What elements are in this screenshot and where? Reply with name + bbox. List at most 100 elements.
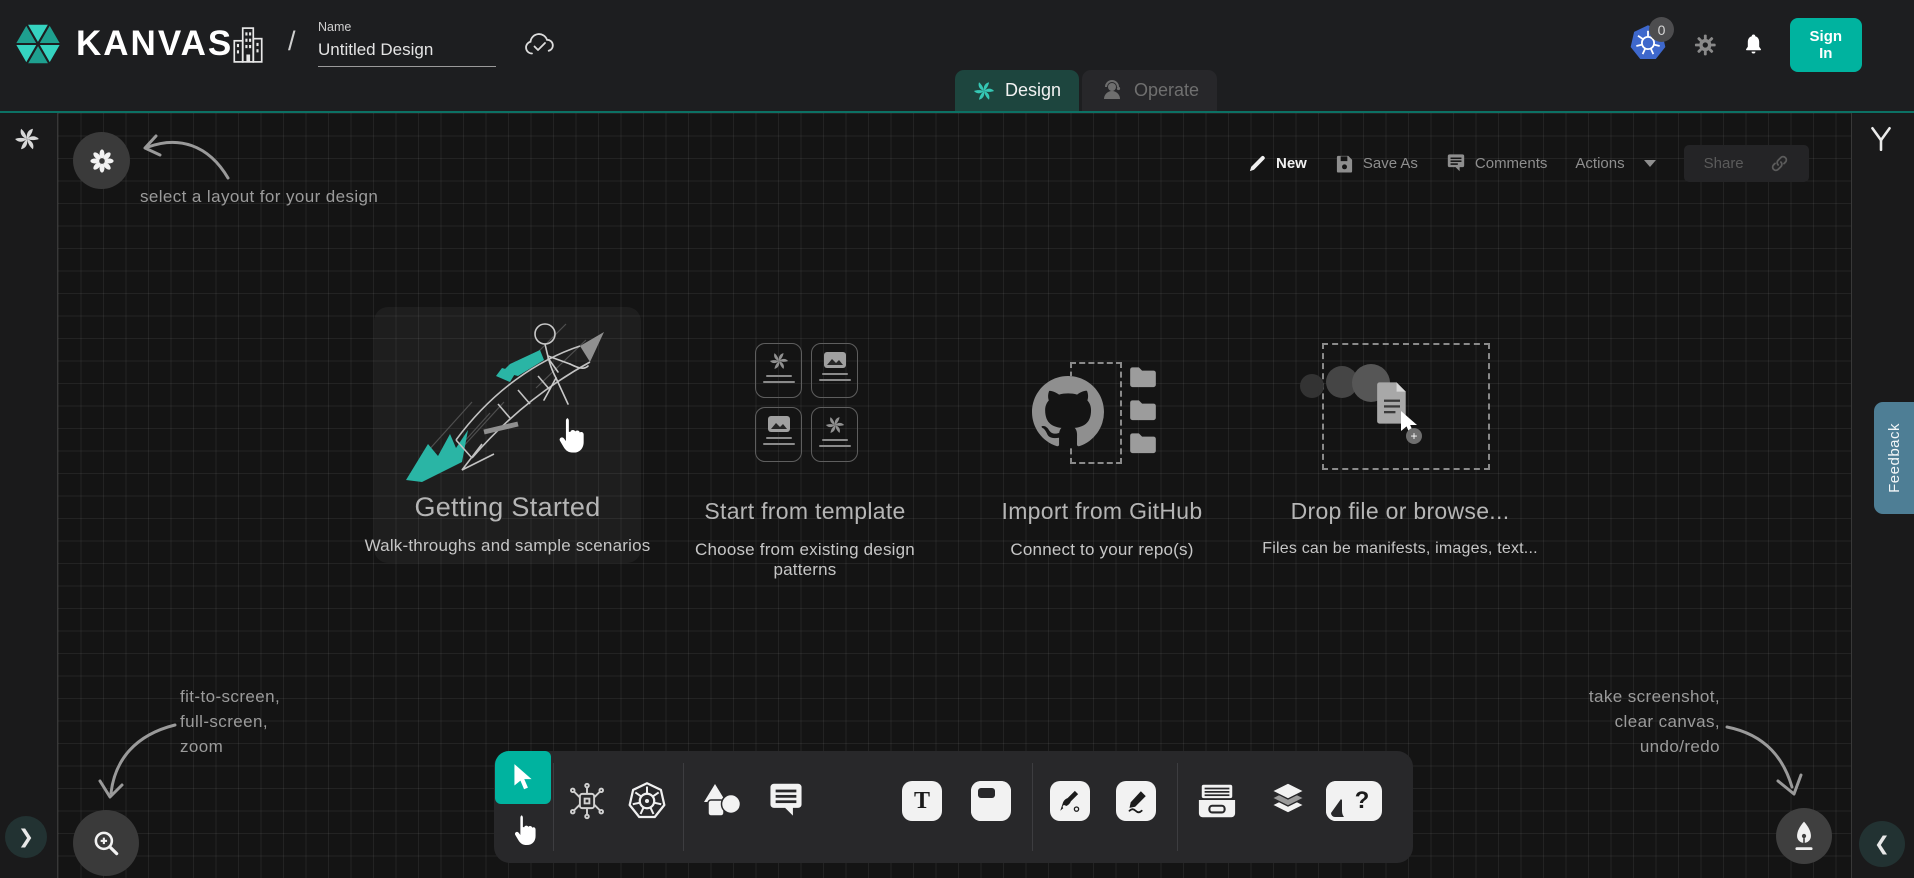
- operator-headset-icon: [1100, 79, 1124, 103]
- header-actions: 0 Sign In: [1628, 0, 1862, 90]
- zoom-hint-arrow: [95, 715, 180, 805]
- save-as-button[interactable]: Save As: [1335, 154, 1418, 173]
- hand-icon: [509, 813, 537, 845]
- layers-tool[interactable]: [1268, 781, 1308, 821]
- validator-y-icon[interactable]: [1866, 124, 1896, 154]
- image-icon: [767, 415, 791, 433]
- comment-tool[interactable]: [766, 781, 806, 821]
- share-link-icon: [1770, 154, 1789, 173]
- expand-left-panel-button[interactable]: ❯: [5, 816, 47, 858]
- kubernetes-context-switcher[interactable]: 0: [1628, 23, 1668, 67]
- logo[interactable]: KANVAS: [12, 18, 233, 70]
- organization-icon[interactable]: [230, 26, 266, 64]
- help-tool[interactable]: ?: [1342, 781, 1382, 821]
- select-tool[interactable]: [495, 751, 551, 804]
- pencil-icon: [1123, 788, 1149, 814]
- template-card[interactable]: [811, 407, 858, 462]
- template-card[interactable]: [811, 343, 858, 398]
- pointer-hand-cursor-icon: [553, 415, 585, 453]
- folder-icon[interactable]: [1128, 432, 1158, 454]
- chevron-down-icon: [1644, 160, 1656, 167]
- pan-tool[interactable]: [502, 809, 544, 849]
- breadcrumb-separator: /: [288, 26, 296, 57]
- chip-icon: [568, 782, 606, 820]
- zoom-controls-button[interactable]: [73, 810, 139, 876]
- pen-nib-icon: [1789, 820, 1819, 852]
- design-name-input[interactable]: [318, 38, 496, 67]
- plus-badge-icon: +: [1406, 428, 1422, 444]
- design-spiral-icon: [973, 80, 995, 102]
- drop-file-title[interactable]: Drop file or browse...: [1270, 498, 1530, 525]
- spiral-icon: [825, 415, 845, 435]
- import-from-github-title[interactable]: Import from GitHub: [972, 498, 1232, 525]
- canvas-toolbar: New Save As Comments Actions Share: [1248, 143, 1809, 183]
- zoom-hint-text: fit-to-screen, full-screen, zoom: [180, 684, 280, 759]
- comments-icon: [1446, 154, 1466, 173]
- folder-icon[interactable]: [1128, 399, 1158, 421]
- layers-icon: [1268, 781, 1308, 821]
- chevron-left-icon: ❮: [1874, 833, 1890, 856]
- design-name-label: Name: [318, 20, 351, 34]
- rocket-rider-illustration: [398, 312, 633, 484]
- drawer-icon: [1197, 782, 1237, 820]
- template-card[interactable]: [755, 343, 802, 398]
- text-tool[interactable]: T: [902, 781, 942, 821]
- notifications-bell-icon[interactable]: [1743, 31, 1764, 59]
- kanvas-hexagon-icon: [12, 18, 64, 70]
- template-thumbnails[interactable]: [755, 343, 858, 462]
- screenshot-pen-button[interactable]: [1776, 808, 1832, 864]
- text-tool-glyph: T: [914, 788, 930, 815]
- start-from-template-title[interactable]: Start from template: [672, 498, 938, 525]
- folder-icon[interactable]: [1128, 366, 1158, 388]
- pen-tool[interactable]: [1050, 781, 1090, 821]
- context-count-badge: 0: [1649, 17, 1674, 42]
- getting-started-subtitle: Walk-throughs and sample scenarios: [364, 536, 651, 556]
- actions-hint-text: take screenshot, clear canvas, undo/redo: [1570, 684, 1720, 759]
- flower-layout-icon: [89, 148, 115, 174]
- settings-gear-icon[interactable]: [1694, 31, 1717, 59]
- help-glyph: ?: [1355, 787, 1370, 815]
- comments-button[interactable]: Comments: [1446, 154, 1548, 173]
- kubernetes-helm-icon: [627, 780, 667, 822]
- comment-bubble-icon: [767, 783, 805, 819]
- mode-tabs: Design Operate: [955, 70, 1217, 111]
- tools-dock: T: [494, 751, 1413, 863]
- note-tool[interactable]: [971, 781, 1011, 821]
- new-button[interactable]: New: [1248, 154, 1307, 173]
- tab-operate[interactable]: Operate: [1082, 70, 1217, 111]
- tab-design[interactable]: Design: [955, 70, 1079, 111]
- meshery-spiral-icon[interactable]: [14, 126, 40, 152]
- cloud-sync-icon: [522, 30, 556, 58]
- import-from-github-subtitle: Connect to your repo(s): [972, 540, 1232, 560]
- floppy-save-icon: [1335, 154, 1354, 173]
- select-cursor-icon: [511, 763, 535, 793]
- feedback-tab[interactable]: Feedback: [1874, 402, 1914, 514]
- pencil-tool[interactable]: [1116, 781, 1156, 821]
- layout-hint-arrow: [138, 128, 233, 186]
- share-button[interactable]: Share: [1684, 145, 1809, 182]
- layout-hint-text: select a layout for your design: [140, 184, 378, 209]
- actions-hint-arrow: [1722, 715, 1807, 800]
- drop-file-subtitle: Files can be manifests, images, text...: [1250, 540, 1550, 558]
- note-icon: [971, 781, 1011, 821]
- shapes-tool[interactable]: [702, 781, 742, 821]
- template-card[interactable]: [755, 407, 802, 462]
- component-tool[interactable]: [567, 781, 607, 821]
- pencil-new-icon: [1248, 154, 1267, 173]
- dot-decoration: [1300, 374, 1324, 398]
- image-icon: [823, 351, 847, 369]
- magnifier-plus-icon: [90, 827, 122, 859]
- layout-picker-button[interactable]: [73, 132, 130, 189]
- logo-text: KANVAS: [76, 24, 233, 64]
- start-from-template-subtitle: Choose from existing design patterns: [662, 540, 948, 580]
- shapes-icon: [702, 782, 742, 820]
- drawer-tool[interactable]: [1197, 781, 1237, 821]
- expand-right-panel-button[interactable]: ❮: [1859, 821, 1905, 867]
- github-icon[interactable]: [1032, 376, 1104, 448]
- spiral-icon: [769, 351, 789, 371]
- sign-in-button[interactable]: Sign In: [1790, 18, 1862, 72]
- getting-started-title[interactable]: Getting Started: [374, 492, 641, 523]
- actions-dropdown[interactable]: Actions: [1575, 155, 1655, 172]
- kubernetes-tool[interactable]: [627, 781, 667, 821]
- chevron-right-icon: ❯: [18, 826, 34, 849]
